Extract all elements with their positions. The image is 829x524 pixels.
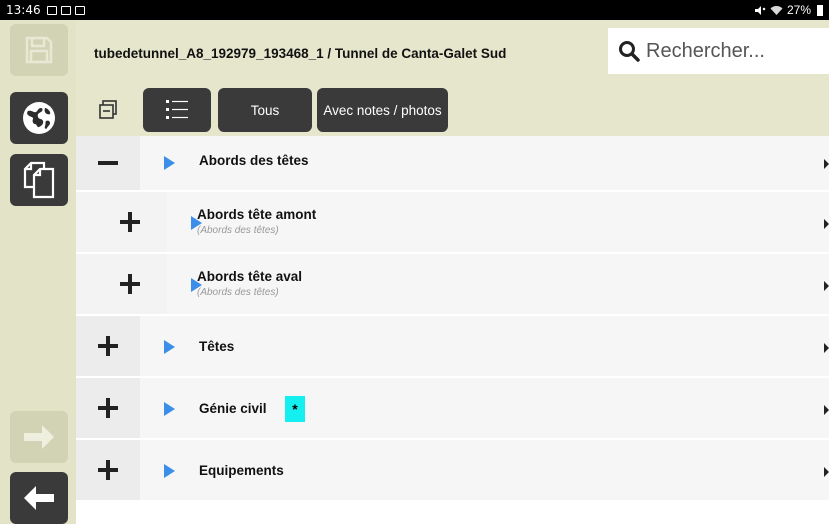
status-bar: 13:46 27% (0, 0, 829, 20)
chevron-right-icon (824, 219, 829, 229)
search-input[interactable]: Rechercher... (646, 40, 765, 63)
row-label: Abords tête amont (197, 207, 317, 222)
expand-toggle[interactable] (76, 316, 140, 376)
wifi-icon (770, 5, 783, 15)
globe-icon (23, 102, 55, 134)
notes-badge: * (285, 396, 305, 422)
battery-percent: 27% (786, 3, 811, 17)
tree-row-abords-des-tetes[interactable]: Abords des têtes (76, 136, 829, 192)
collapse-all-icon (99, 100, 117, 119)
screenshot-notification-icon (74, 5, 85, 15)
sidebar (0, 20, 76, 524)
expand-toggle[interactable] (76, 254, 167, 314)
collapse-toggle[interactable] (76, 136, 140, 190)
header: tubedetunnel_A8_192979_193468_1 / Tunnel… (76, 20, 829, 88)
mute-icon (754, 5, 766, 15)
search-box[interactable]: Rechercher... (608, 28, 829, 74)
tree-row-genie-civil[interactable]: Génie civil * (76, 378, 829, 440)
next-button[interactable] (10, 411, 68, 463)
filter-notes-button[interactable]: Avec notes / photos (317, 88, 448, 132)
arrow-right-icon (24, 425, 54, 449)
row-label: Génie civil (199, 401, 267, 416)
chevron-right-icon (824, 405, 829, 415)
tree-row-abords-tete-aval[interactable]: Abords tête aval (Abords des têtes) (76, 254, 829, 316)
minus-icon (98, 161, 118, 165)
row-label: Têtes (199, 339, 235, 354)
play-icon (164, 464, 175, 478)
battery-icon (817, 4, 823, 16)
copy-icon (23, 161, 55, 199)
app-notification-icon (60, 5, 71, 15)
gallery-notification-icon (46, 5, 57, 15)
chevron-right-icon (824, 343, 829, 353)
page-title: tubedetunnel_A8_192979_193468_1 / Tunnel… (94, 46, 507, 61)
filter-all-button[interactable]: Tous (218, 88, 312, 132)
tree-list: Abords des têtes Abords tête amont (Abor… (76, 136, 829, 524)
plus-icon (98, 336, 118, 356)
status-time: 13:46 (6, 3, 41, 17)
tree-row-tetes[interactable]: Têtes (76, 316, 829, 378)
back-button[interactable] (10, 472, 68, 524)
plus-icon (119, 212, 140, 232)
expand-toggle[interactable] (76, 440, 140, 500)
plus-icon (98, 398, 118, 418)
play-icon (164, 156, 175, 170)
search-icon (619, 41, 640, 62)
tree-row-equipements[interactable]: Equipements (76, 440, 829, 502)
plus-icon (98, 460, 118, 480)
plus-icon (119, 274, 140, 294)
list-icon (166, 100, 188, 119)
expand-toggle[interactable] (76, 378, 140, 438)
play-icon (164, 402, 175, 416)
collapse-all-button[interactable] (86, 88, 130, 132)
arrow-left-icon (24, 486, 54, 510)
globe-button[interactable] (10, 92, 68, 144)
copy-button[interactable] (10, 154, 68, 206)
save-button[interactable] (10, 24, 68, 76)
chevron-right-icon (824, 467, 829, 477)
play-icon (164, 340, 175, 354)
row-label: Equipements (199, 463, 284, 478)
row-label: Abords des têtes (199, 153, 309, 168)
save-icon (25, 36, 53, 64)
chevron-right-icon (824, 159, 829, 169)
tree-row-abords-tete-amont[interactable]: Abords tête amont (Abords des têtes) (76, 192, 829, 254)
list-view-button[interactable] (143, 88, 211, 132)
toolbar: Tous Avec notes / photos (76, 88, 829, 136)
expand-toggle[interactable] (76, 192, 167, 252)
row-label: Abords tête aval (197, 269, 303, 284)
row-sublabel: (Abords des têtes) (197, 225, 279, 236)
chevron-right-icon (824, 281, 829, 291)
row-sublabel: (Abords des têtes) (197, 287, 279, 298)
